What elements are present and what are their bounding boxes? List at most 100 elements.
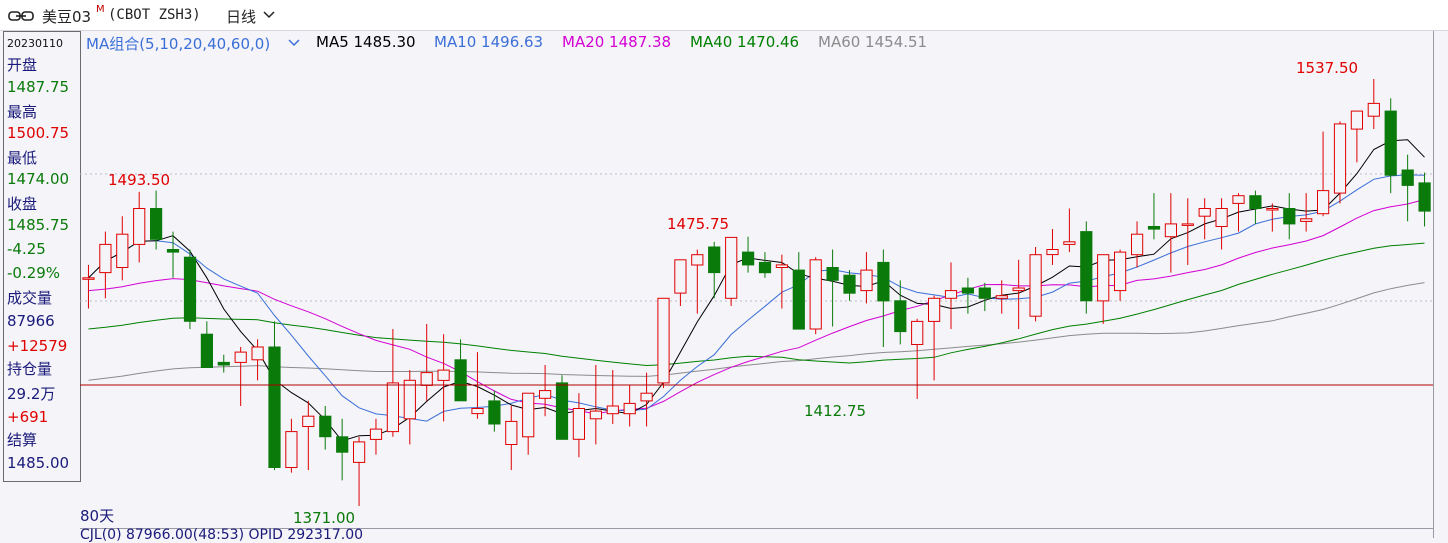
candle-body [691, 254, 704, 266]
contract-name[interactable]: 美豆03 [42, 6, 91, 27]
candle-body [775, 264, 788, 268]
high-label: 最高 [7, 103, 38, 121]
candle-body [589, 410, 602, 420]
candle-body [1114, 251, 1127, 292]
candle-body [1333, 123, 1347, 194]
candle-body [336, 436, 349, 453]
candle-body [640, 392, 653, 402]
period-selector[interactable]: 日线 [226, 6, 256, 27]
candle-body [200, 333, 214, 369]
candle-body [572, 408, 585, 440]
candle-body [319, 415, 332, 438]
candle-body [674, 259, 687, 294]
candle-body [1131, 233, 1144, 256]
candle-body [99, 243, 112, 274]
candle-body [1215, 208, 1228, 227]
kline-svg[interactable]: 1493.50 1475.75 1537.50 1371.00 1412.75 [0, 31, 1433, 538]
settle-label: 结算 [7, 431, 38, 449]
low-value: 1474.00 [7, 170, 70, 188]
candle-body [403, 379, 416, 420]
low-label: 最低 [7, 149, 38, 167]
main-contract-badge: M [96, 4, 105, 15]
candle-body [911, 320, 924, 345]
days-label: 80天 [80, 507, 115, 525]
price-axis[interactable] [1433, 31, 1448, 538]
candle-body [809, 259, 822, 330]
link-icon[interactable] [8, 10, 34, 22]
candle-body [623, 402, 636, 415]
candle-body [1418, 182, 1431, 212]
open-interest-label: 持仓量 [7, 360, 53, 378]
candle-body [1283, 208, 1296, 225]
candle-body [1097, 254, 1110, 302]
candle-body [792, 269, 805, 330]
candle-body [488, 400, 501, 425]
candle-body [1266, 208, 1279, 211]
contract-code: (CBOT ZSH3) [108, 7, 201, 23]
high-value: 1500.75 [7, 124, 70, 142]
open-interest-value: 29.2万 [7, 385, 56, 403]
kline-chart[interactable]: 1493.50 1475.75 1537.50 1371.00 1412.75 [0, 31, 1433, 538]
candle-body [1029, 254, 1042, 317]
candle-body [725, 236, 738, 299]
candle-body [1080, 231, 1093, 302]
high-annotation: 1475.75 [667, 215, 729, 233]
candle-body [268, 346, 281, 468]
candle-body [1063, 241, 1076, 245]
candle-body [826, 267, 839, 281]
candle-body [1317, 190, 1330, 215]
chevron-down-icon[interactable] [262, 10, 276, 20]
candle-body [961, 287, 974, 294]
candle-body [1046, 249, 1059, 256]
low-annotation: 1412.75 [804, 402, 866, 420]
candle-body [1012, 287, 1025, 292]
close-label: 收盘 [7, 195, 38, 213]
low-annotation: 1371.00 [293, 509, 355, 527]
candle-body [82, 277, 95, 280]
candle-body [285, 431, 298, 469]
candle-body [505, 420, 518, 445]
candle-body [1401, 169, 1414, 186]
candle-body [1384, 110, 1397, 176]
candle-body [1164, 223, 1178, 238]
settle-value: 1485.00 [7, 454, 70, 472]
candle-body [471, 408, 484, 415]
candle-body [539, 390, 552, 399]
candle-body [437, 369, 450, 381]
ma20-line [88, 199, 1425, 415]
candle-body [1232, 195, 1245, 204]
high-annotation: 1493.50 [108, 171, 170, 189]
candle-body [1367, 102, 1380, 117]
change-value: -4.25 [7, 240, 46, 258]
candle-body [1350, 110, 1364, 130]
candle-body [133, 208, 146, 245]
candle-body [877, 261, 890, 302]
candle-body [1300, 218, 1313, 222]
open-label: 开盘 [7, 56, 38, 74]
close-value: 1485.75 [7, 216, 70, 234]
candle-body [555, 382, 569, 440]
candle-body [742, 251, 755, 266]
candle-body [522, 392, 535, 438]
candle-body [302, 415, 315, 428]
candle-body [995, 295, 1008, 299]
quote-info-panel: 20230110 开盘 1487.75 最高 1500.75 最低 1474.0… [3, 31, 81, 482]
volume-change: +12579 [7, 337, 68, 355]
candle-body [234, 351, 247, 363]
candle-body [166, 249, 180, 253]
indicator-bar: CJL(0) 87966.00(48:53) OPID 292317.00 [80, 527, 364, 543]
ma60-line [88, 282, 1425, 381]
candle-body [894, 300, 907, 333]
date-value: 20230110 [7, 37, 63, 50]
change-percent: -0.29% [7, 264, 61, 282]
candle-body [843, 274, 856, 294]
candle-body [860, 269, 873, 292]
candle-body [217, 361, 230, 366]
candle-body [386, 382, 399, 433]
candle-body [150, 208, 163, 240]
candle-body [928, 297, 941, 322]
ma5-line [88, 139, 1425, 442]
candle-body [1181, 223, 1194, 226]
candle-body [116, 233, 129, 268]
candle-body [657, 297, 670, 384]
